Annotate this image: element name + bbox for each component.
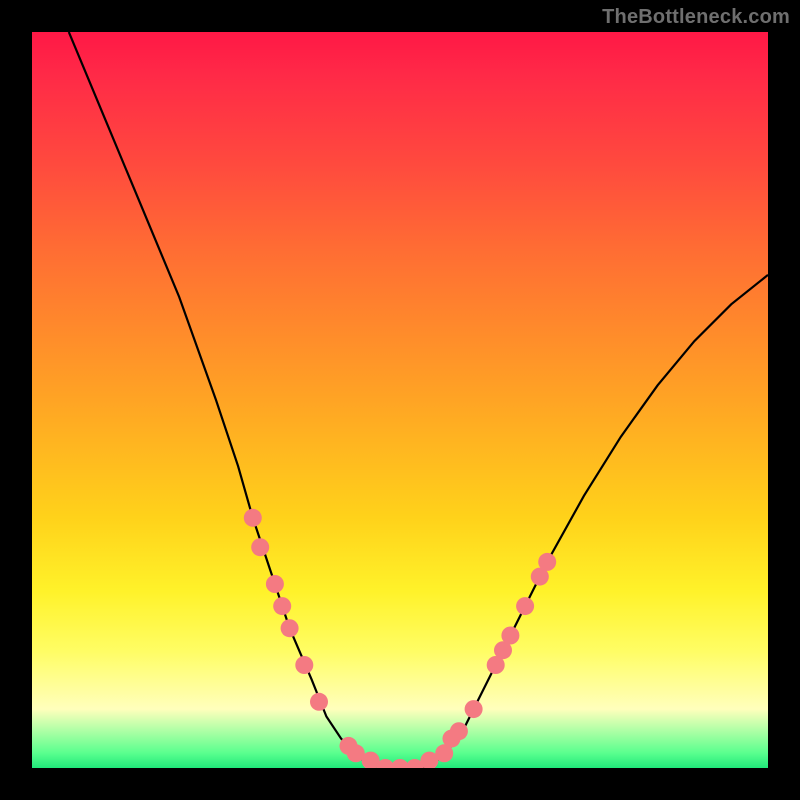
data-marker bbox=[465, 700, 483, 718]
data-marker bbox=[281, 619, 299, 637]
chart-overlay bbox=[32, 32, 768, 768]
data-marker bbox=[273, 597, 291, 615]
data-marker bbox=[501, 627, 519, 645]
data-marker bbox=[244, 509, 262, 527]
data-marker bbox=[516, 597, 534, 615]
chart-frame: TheBottleneck.com bbox=[0, 0, 800, 800]
data-marker bbox=[295, 656, 313, 674]
data-marker bbox=[266, 575, 284, 593]
watermark-text: TheBottleneck.com bbox=[602, 6, 790, 29]
data-marker bbox=[538, 553, 556, 571]
data-marker bbox=[310, 693, 328, 711]
data-marker bbox=[450, 722, 468, 740]
marker-group bbox=[244, 509, 556, 768]
data-marker bbox=[251, 538, 269, 556]
curve-line bbox=[69, 32, 768, 768]
